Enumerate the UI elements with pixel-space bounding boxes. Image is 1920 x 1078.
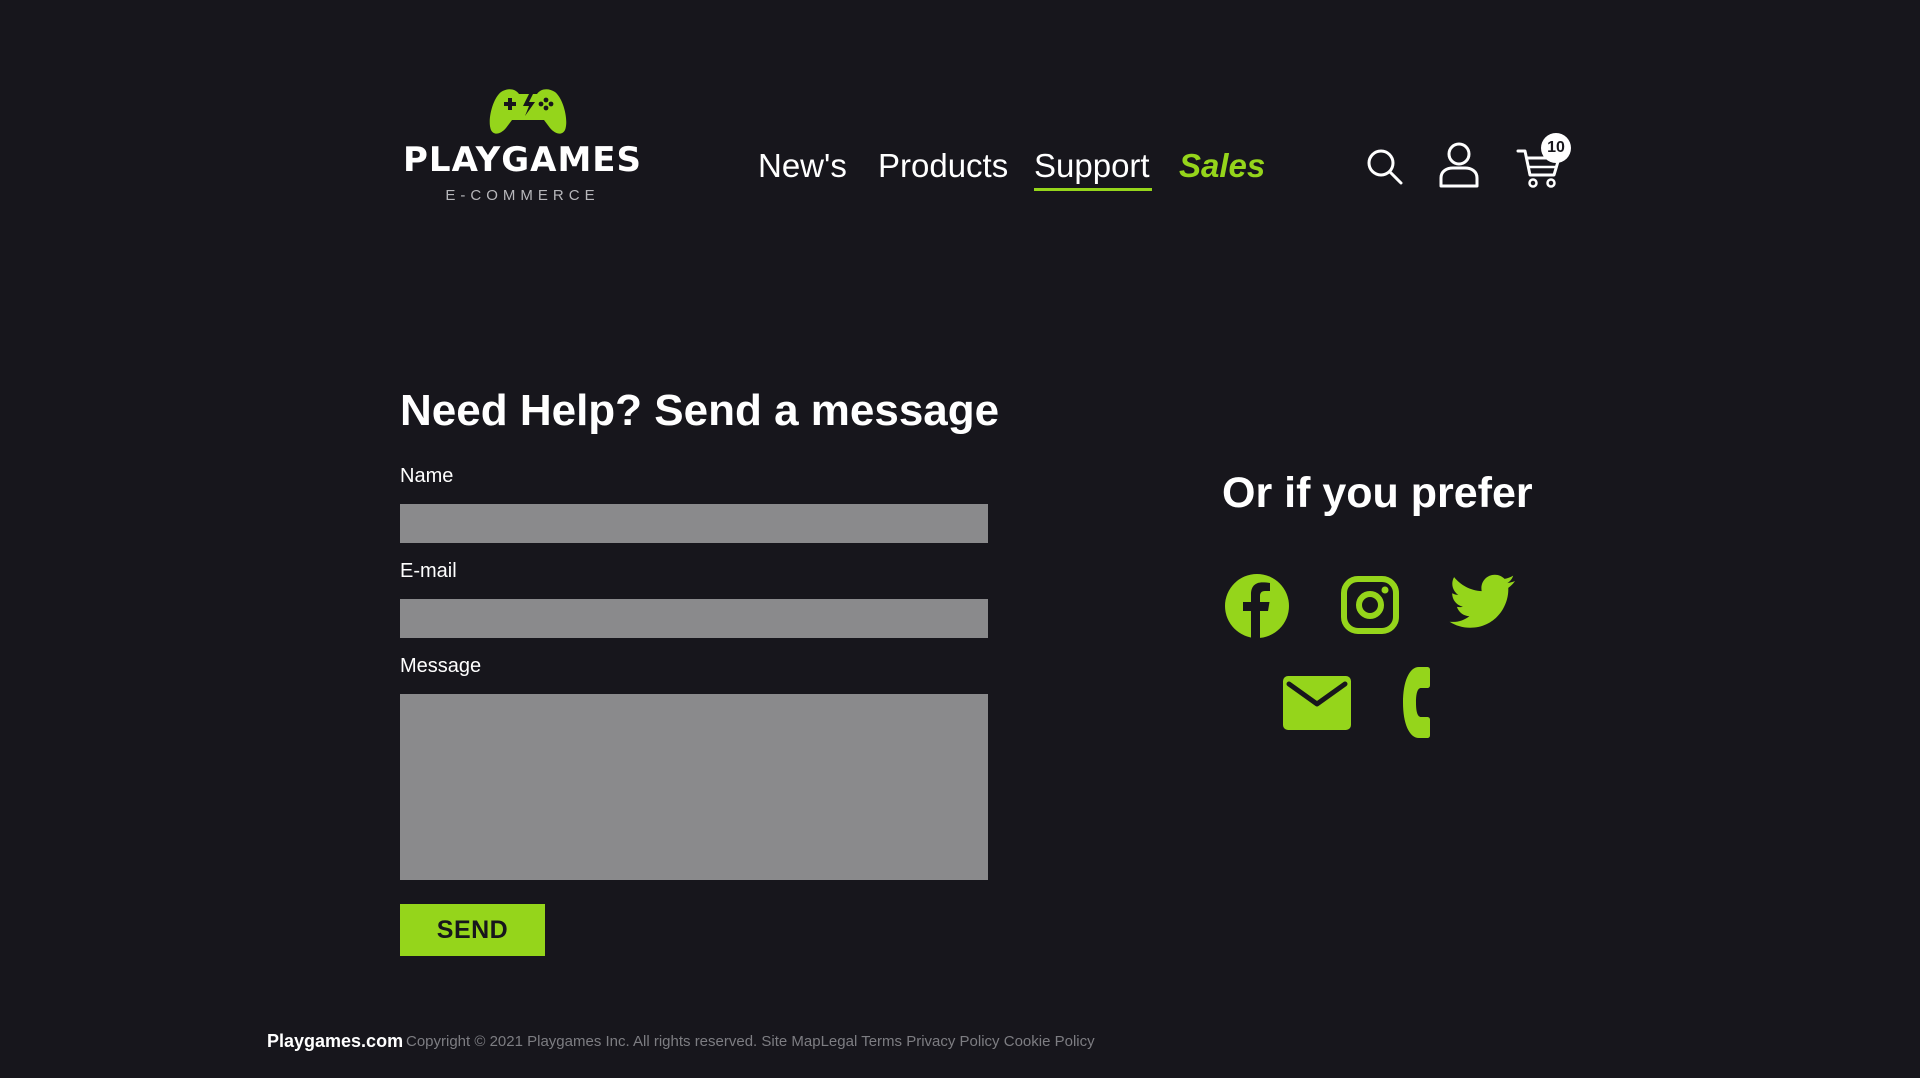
brand-name: PLAYGAMES bbox=[402, 140, 643, 180]
footer-link-cookies[interactable]: Cookie Policy bbox=[1004, 1033, 1095, 1050]
brand-tagline: E-COMMERCE bbox=[445, 187, 600, 204]
footer-link-sitemap[interactable]: Site Map bbox=[761, 1033, 820, 1050]
cart-count-badge: 10 bbox=[1541, 133, 1571, 163]
send-button[interactable]: SEND bbox=[400, 904, 545, 956]
footer-link-legal-terms[interactable]: Legal Terms bbox=[821, 1033, 902, 1050]
message-label: Message bbox=[400, 655, 482, 677]
email-field[interactable] bbox=[400, 599, 988, 638]
name-field[interactable] bbox=[400, 504, 988, 543]
nav-item-support[interactable]: Support bbox=[1034, 146, 1150, 186]
contact-form-title: Need Help? Send a message bbox=[400, 386, 1000, 435]
footer-link-privacy[interactable]: Privacy Policy bbox=[906, 1033, 999, 1050]
nav-item-news[interactable]: New's bbox=[758, 146, 847, 186]
alt-contact-title: Or if you prefer bbox=[1222, 469, 1533, 517]
brand-logo[interactable]: PLAYGAMES E-COMMERCE bbox=[400, 86, 645, 206]
footer-brand[interactable]: Playgames.com bbox=[267, 1031, 403, 1052]
instagram-icon[interactable] bbox=[1340, 575, 1400, 635]
search-icon[interactable] bbox=[1366, 148, 1404, 186]
gamepad-logo-icon bbox=[489, 89, 567, 134]
user-icon[interactable] bbox=[1438, 142, 1480, 188]
footer-copyright: Copyright © 2021 Playgames Inc. All righ… bbox=[406, 1033, 758, 1050]
mail-icon[interactable] bbox=[1283, 676, 1351, 730]
nav-active-indicator bbox=[1034, 188, 1152, 191]
twitter-icon[interactable] bbox=[1449, 574, 1515, 630]
nav-item-products[interactable]: Products bbox=[878, 146, 1008, 186]
phone-icon[interactable] bbox=[1399, 665, 1433, 740]
page: PLAYGAMES E-COMMERCE New's Products Supp… bbox=[0, 0, 1920, 1078]
facebook-icon[interactable] bbox=[1224, 573, 1290, 639]
message-field[interactable] bbox=[400, 694, 988, 880]
name-label: Name bbox=[400, 465, 454, 487]
email-label: E-mail bbox=[400, 560, 457, 582]
footer-legal: Copyright © 2021 Playgames Inc. All righ… bbox=[406, 1033, 1095, 1050]
nav-item-sales[interactable]: Sales bbox=[1179, 146, 1265, 186]
